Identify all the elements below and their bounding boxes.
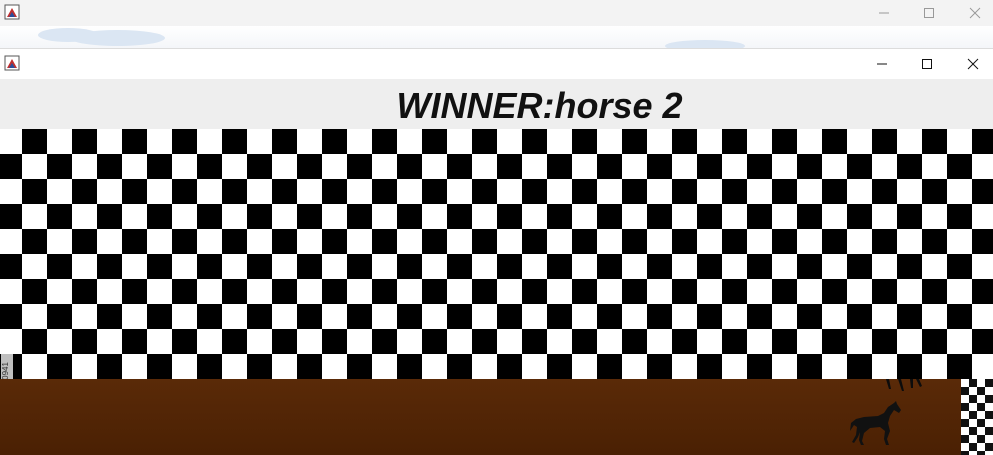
background-window — [0, 0, 993, 48]
close-icon — [967, 58, 979, 70]
winner-label: WINNER:horse 2 — [396, 85, 683, 126]
cloud — [70, 30, 165, 46]
java-app-icon — [4, 4, 20, 20]
race-result-window: WINNER:horse 2 Adobe Stock | #51640941 — [0, 48, 993, 455]
cloud — [665, 40, 745, 48]
close-icon — [969, 7, 981, 19]
minimize-icon — [877, 63, 887, 65]
race-result-window-titlebar[interactable] — [0, 49, 993, 79]
java-app-icon — [4, 55, 20, 71]
background-close-button[interactable] — [952, 0, 993, 26]
background-window-titlebar[interactable] — [0, 0, 993, 26]
finish-line — [961, 379, 993, 455]
background-maximize-button[interactable] — [906, 0, 952, 26]
background-minimize-button[interactable] — [861, 0, 907, 26]
maximize-icon — [924, 8, 934, 18]
checkered-flag-banner: Adobe Stock | #51640941 — [0, 129, 993, 454]
minimize-icon — [879, 12, 889, 14]
winner-header: WINNER:horse 2 — [0, 79, 993, 129]
maximize-button[interactable] — [904, 51, 950, 77]
background-window-sky — [0, 26, 993, 48]
race-track — [0, 379, 993, 455]
horse-icon — [886, 379, 922, 391]
maximize-icon — [922, 59, 932, 69]
close-button[interactable] — [950, 51, 993, 77]
minimize-button[interactable] — [859, 51, 905, 77]
horse-icon — [850, 401, 901, 445]
